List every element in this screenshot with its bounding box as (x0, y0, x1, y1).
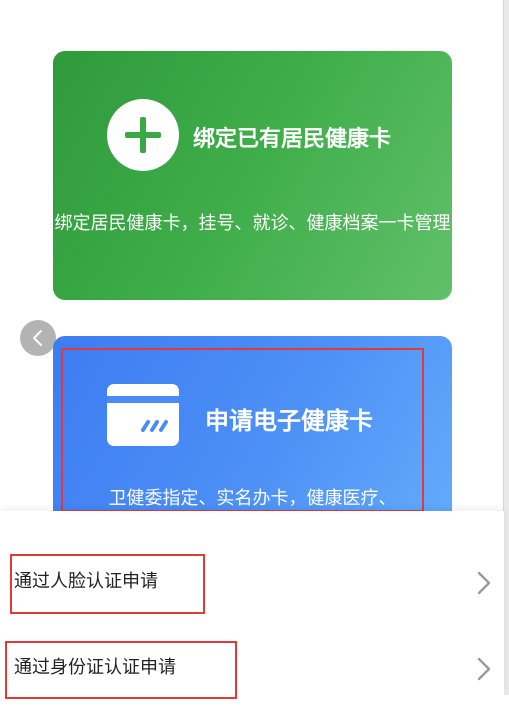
chevron-left-icon (33, 330, 42, 346)
carousel-prev-button[interactable] (20, 320, 56, 356)
highlight-box-face-auth (10, 554, 205, 614)
bind-health-card[interactable]: 绑定已有居民健康卡 绑定居民健康卡，挂号、就诊、健康档案一卡管理 (53, 51, 452, 300)
chevron-right-icon (477, 571, 491, 595)
highlight-box-apply-card (61, 348, 424, 512)
bind-card-title: 绑定已有居民健康卡 (193, 127, 392, 152)
chevron-right-icon (477, 657, 491, 681)
apply-method-sheet: 通过人脸认证申请 通过身份证认证申请 (0, 511, 504, 699)
highlight-box-id-card-auth (5, 641, 237, 699)
plus-icon (107, 99, 179, 171)
bind-card-description: 绑定居民健康卡，挂号、就诊、健康档案一卡管理 (54, 213, 451, 234)
